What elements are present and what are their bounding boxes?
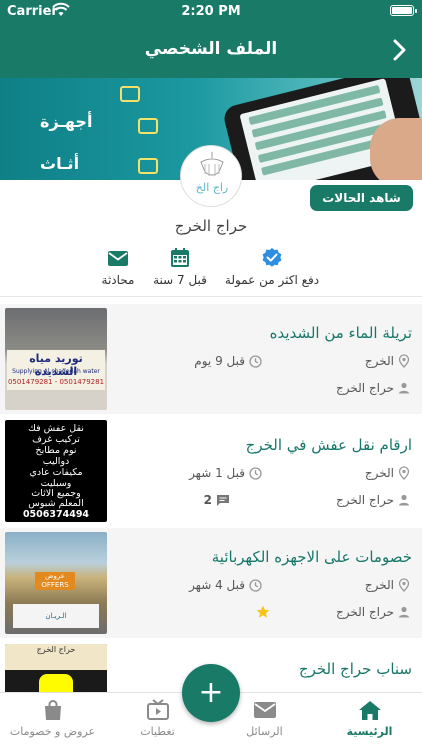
listing-time: قبل 4 شهر bbox=[189, 578, 262, 592]
listing-location-text: الخرج bbox=[364, 578, 394, 592]
listing-author: حراج الخرج bbox=[336, 493, 410, 507]
thumbnail-text: 0501479281 - 0501479281 bbox=[7, 378, 105, 386]
listing-location-text: الخرج bbox=[364, 466, 394, 480]
listing-author-text: حراج الخرج bbox=[335, 381, 394, 395]
stat-commission-label: دفع اكثر من عمولة bbox=[224, 273, 320, 287]
listing-card[interactable]: نقل عفش فك تركيب غرف نوم مطابخ دواليب مك… bbox=[0, 416, 422, 526]
profile-stats: دفع اكثر من عمولة قبل 7 سنة محادثة bbox=[0, 247, 422, 295]
thumbnail-text: الـريـان bbox=[13, 604, 99, 628]
calendar-icon bbox=[171, 248, 189, 267]
listing-time: قبل 9 يوم bbox=[194, 354, 262, 368]
location-pin-icon bbox=[398, 354, 410, 368]
location-pin-icon bbox=[398, 466, 410, 480]
stat-chat[interactable]: محادثة bbox=[94, 247, 142, 287]
listing-author: حراج الخرج bbox=[336, 605, 410, 619]
stat-member-since: قبل 7 سنة bbox=[148, 247, 212, 287]
devices-icon bbox=[138, 118, 158, 134]
clock: 2:20 PM bbox=[181, 4, 241, 19]
listing-title[interactable]: تريلة الماء من الشديده bbox=[112, 324, 412, 342]
envelope-icon bbox=[253, 702, 276, 718]
tab-coverage-label: تغطيات bbox=[140, 725, 175, 738]
stat-member-since-label: قبل 7 سنة bbox=[153, 273, 207, 287]
listing-title[interactable]: سناب حراج الخرج bbox=[112, 660, 412, 678]
battery-icon bbox=[390, 5, 417, 16]
stat-commission: دفع اكثر من عمولة bbox=[222, 247, 322, 287]
snapchat-icon bbox=[39, 674, 73, 692]
featured-star bbox=[256, 605, 270, 619]
listing-location: الخرج bbox=[365, 354, 410, 368]
thumbnail-text: المعلم شبوس bbox=[28, 498, 84, 509]
listing-author-text: حراج الخرج bbox=[335, 493, 394, 507]
navigation-bar: الملف الشخصي bbox=[0, 22, 422, 78]
stat-chat-label: محادثة bbox=[101, 273, 135, 287]
divider bbox=[0, 296, 422, 297]
listing-thumbnail[interactable]: حراج الخرج bbox=[5, 644, 107, 692]
banner-line: أثـاث bbox=[40, 154, 80, 173]
user-icon bbox=[399, 494, 409, 506]
furniture-icon bbox=[120, 86, 140, 102]
clock-icon bbox=[249, 578, 262, 592]
hand-image bbox=[370, 118, 422, 180]
thumbnail-text: 0506374494 bbox=[22, 509, 90, 520]
listing-card[interactable]: توريد مياه الشديدة Supplying Al shadedah… bbox=[0, 304, 422, 414]
user-icon bbox=[399, 382, 409, 394]
listing-author: حراج الخرج bbox=[336, 381, 410, 395]
tab-messages-label: الرسائل bbox=[246, 725, 283, 738]
thumbnail-text: حراج الخرج bbox=[5, 644, 107, 670]
thumbnail-text: Supplying Al shadedah water bbox=[12, 368, 100, 375]
thumbnail-text: تركيب غرف bbox=[32, 434, 80, 445]
logo-text: راج الخ bbox=[195, 181, 229, 194]
listing-title[interactable]: ارقام نقل عفش في الخرج bbox=[112, 436, 412, 454]
clock-icon bbox=[249, 466, 262, 480]
listing-location: الخرج bbox=[365, 578, 410, 592]
listing-time-text: قبل 4 شهر bbox=[189, 578, 245, 592]
thumbnail-sign: توريد مياه الشديدة Supplying Al shadedah… bbox=[7, 350, 105, 390]
view-status-button[interactable]: شاهد الحالات bbox=[310, 185, 413, 211]
listing-time-text: قبل 1 شهر bbox=[189, 466, 245, 480]
sofa-icon bbox=[138, 158, 158, 174]
listing-author-text: حراج الخرج bbox=[335, 605, 394, 619]
thumbnail-text: نقل عفش فك bbox=[28, 423, 84, 434]
clock-icon bbox=[249, 354, 262, 368]
listing-time: قبل 1 شهر bbox=[189, 466, 262, 480]
add-listing-button[interactable]: + bbox=[182, 664, 240, 722]
video-icon bbox=[146, 699, 169, 720]
location-pin-icon bbox=[398, 578, 410, 592]
listing-thumbnail[interactable]: نقل عفش فك تركيب غرف نوم مطابخ دواليب مك… bbox=[5, 420, 107, 522]
shopping-bag-icon bbox=[44, 700, 61, 720]
user-icon bbox=[399, 606, 409, 618]
profile-name: حراج الخرج bbox=[174, 217, 248, 235]
page-title: الملف الشخصي bbox=[144, 39, 278, 59]
thumbnail-text: مكيفات عادي bbox=[29, 467, 83, 478]
listing-thumbnail[interactable]: توريد مياه الشديدة Supplying Al shadedah… bbox=[5, 308, 107, 410]
listing-title[interactable]: خصومات على الاجهزه الكهربائية bbox=[112, 548, 412, 566]
listing-thumbnail[interactable]: عروض OFFERS الـريـان bbox=[5, 532, 107, 634]
listings-list: توريد مياه الشديدة Supplying Al shadedah… bbox=[0, 304, 422, 692]
home-icon bbox=[358, 701, 381, 720]
status-bar: Carrier 2:20 PM bbox=[0, 0, 422, 22]
star-icon bbox=[256, 605, 270, 618]
banner-line: أجهـزة bbox=[40, 112, 93, 131]
thumbnail-text: نوم مطابخ bbox=[35, 445, 77, 456]
chandelier-icon bbox=[200, 152, 224, 176]
thumbnail-text: دواليب bbox=[42, 456, 70, 467]
listing-comments-count: 2 bbox=[203, 493, 212, 507]
listing-comments: 2 bbox=[204, 493, 230, 507]
tab-offers[interactable]: عروض و خصومات bbox=[0, 699, 105, 738]
listing-card[interactable]: عروض OFFERS الـريـان خصومات على الاجهزه … bbox=[0, 528, 422, 638]
listing-location: الخرج bbox=[365, 466, 410, 480]
tab-home[interactable]: الرئيسية bbox=[317, 699, 422, 738]
tab-home-label: الرئيسية bbox=[346, 725, 393, 738]
listing-time-text: قبل 9 يوم bbox=[194, 354, 245, 368]
chevron-right-icon[interactable] bbox=[388, 38, 410, 62]
avatar: راج الخ bbox=[180, 145, 242, 207]
listing-location-text: الخرج bbox=[364, 354, 394, 368]
plus-icon: + bbox=[198, 675, 224, 710]
comment-icon bbox=[217, 494, 229, 506]
message-icon bbox=[108, 251, 128, 266]
verified-badge-icon bbox=[262, 248, 282, 267]
thumbnail-text: عروض OFFERS bbox=[35, 572, 75, 590]
tab-offers-label: عروض و خصومات bbox=[9, 725, 96, 738]
